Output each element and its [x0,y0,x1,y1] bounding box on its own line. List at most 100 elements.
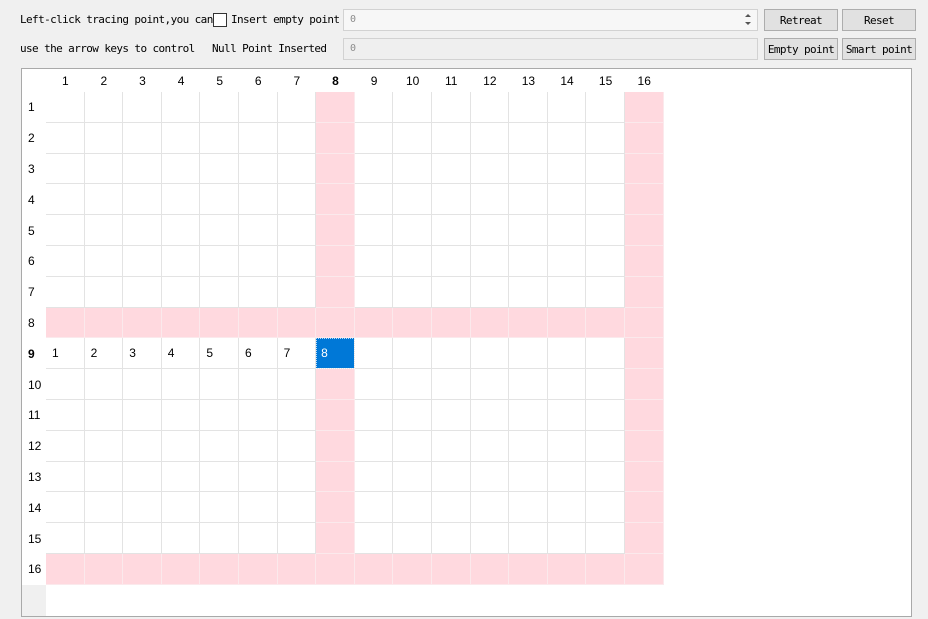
table-cell[interactable] [354,307,394,339]
table-cell[interactable] [586,245,625,277]
table-cell[interactable] [586,553,625,585]
table-cell[interactable] [547,492,587,524]
table-cell[interactable] [547,215,587,246]
table-cell[interactable] [46,369,85,400]
table-cell[interactable] [161,553,201,585]
table-cell[interactable] [586,276,625,308]
table-cell[interactable] [431,307,471,339]
table-cell[interactable] [238,245,278,277]
table-cell[interactable] [470,122,510,154]
table-cell[interactable] [354,399,394,431]
table-cell[interactable] [624,399,664,431]
table-cell[interactable] [547,369,587,400]
table-cell[interactable] [123,369,162,400]
table-cell[interactable] [547,523,587,554]
table-cell[interactable]: 2 [84,338,124,370]
table-cell[interactable] [161,122,201,154]
table-cell[interactable] [161,276,201,308]
table-cell[interactable] [200,553,239,585]
table-cell[interactable] [238,122,278,154]
table-cell[interactable] [624,523,664,554]
table-cell[interactable] [277,461,317,493]
table-cell[interactable] [509,399,548,431]
table-cell[interactable] [277,307,317,339]
table-cell[interactable] [509,153,548,185]
table-cell[interactable] [238,461,278,493]
table-cell[interactable] [200,122,239,154]
table-cell[interactable] [123,276,162,308]
table-cell[interactable] [123,184,162,216]
table-cell[interactable] [586,184,625,216]
table-cell[interactable] [46,153,85,185]
table-cell[interactable] [238,553,278,585]
table-cell[interactable]: 3 [123,338,162,370]
table-cell[interactable] [123,215,162,246]
table-cell[interactable] [470,461,510,493]
table-cell[interactable] [46,245,85,277]
table-cell[interactable] [624,245,664,277]
table-cell[interactable] [46,492,85,524]
table-cell[interactable] [316,399,355,431]
table-cell[interactable] [393,399,432,431]
table-cell[interactable] [238,399,278,431]
table-cell[interactable] [509,184,548,216]
table-cell[interactable] [316,523,355,554]
table-cell[interactable] [393,523,432,554]
table-cell[interactable] [161,430,201,462]
table-cell[interactable] [470,553,510,585]
spin-down-button[interactable] [741,20,755,29]
empty-point-button[interactable]: Empty point [764,38,838,60]
table-cell[interactable] [84,369,124,400]
table-cell[interactable] [46,122,85,154]
table-cell[interactable] [586,399,625,431]
table-cell[interactable] [624,122,664,154]
table-cell[interactable] [84,399,124,431]
table-cell[interactable] [624,492,664,524]
table-cell[interactable] [200,492,239,524]
table-cell[interactable] [354,369,394,400]
table-cell[interactable] [586,430,625,462]
table-cell[interactable] [586,461,625,493]
table-cell[interactable] [316,122,355,154]
table-cell[interactable] [354,461,394,493]
table-cell[interactable] [200,245,239,277]
table-cell[interactable] [624,338,664,370]
table-cell[interactable] [277,399,317,431]
table-cell[interactable] [431,553,471,585]
table-cell[interactable] [586,523,625,554]
table-cell[interactable] [431,215,471,246]
table-cell[interactable] [393,153,432,185]
table-cell[interactable] [586,369,625,400]
table-cell[interactable] [277,492,317,524]
table-cell[interactable] [277,369,317,400]
table-cell[interactable] [470,492,510,524]
table-cell[interactable] [354,92,394,123]
table-cell[interactable] [354,492,394,524]
table-cell[interactable] [509,523,548,554]
table-cell[interactable] [431,399,471,431]
table-cell[interactable] [354,553,394,585]
table-cell[interactable] [316,153,355,185]
table-cell[interactable] [470,245,510,277]
table-cell[interactable] [84,307,124,339]
table-cell[interactable] [84,492,124,524]
table-cell[interactable] [46,307,85,339]
table-cell[interactable] [84,523,124,554]
table-cell[interactable] [123,307,162,339]
table-cell[interactable] [84,430,124,462]
table-cell[interactable] [393,215,432,246]
table-cell[interactable] [238,92,278,123]
table-cell[interactable] [46,92,85,123]
table-cell[interactable] [470,338,510,370]
table-cell[interactable] [393,245,432,277]
reset-button[interactable]: Reset [842,9,916,31]
table-cell[interactable] [354,276,394,308]
table-cell[interactable] [238,153,278,185]
table-cell[interactable] [431,523,471,554]
table-cell[interactable] [547,307,587,339]
table-cell[interactable] [509,92,548,123]
spin-up-button[interactable] [741,11,755,20]
table-cell[interactable] [161,215,201,246]
table-cell[interactable] [354,245,394,277]
table-cell[interactable] [470,215,510,246]
